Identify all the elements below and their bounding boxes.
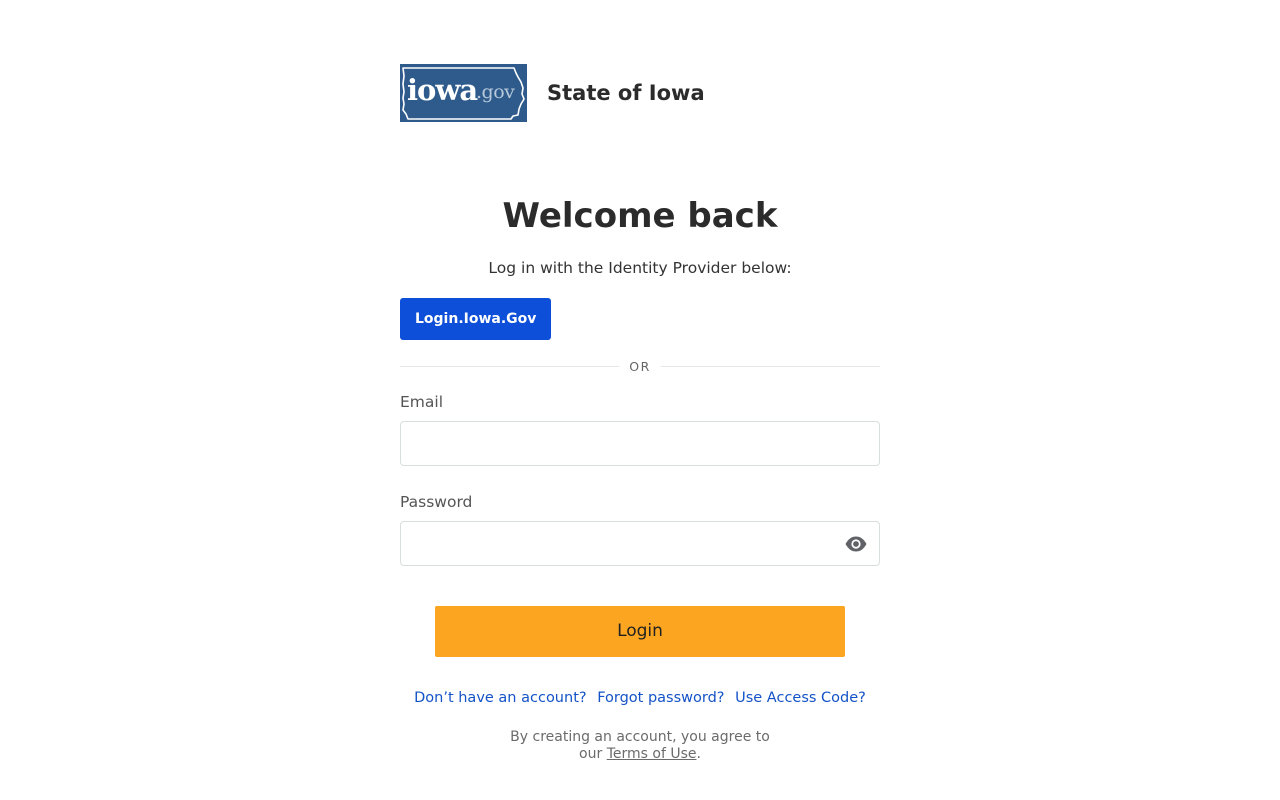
identity-provider-button[interactable]: Login.Iowa.Gov — [400, 298, 552, 340]
password-field-wrapper — [400, 521, 880, 566]
account-links: Don’t have an account? Forgot password? … — [400, 688, 880, 708]
login-button[interactable]: Login — [435, 606, 845, 657]
email-label: Email — [400, 393, 444, 411]
password-label: Password — [400, 493, 473, 511]
password-field[interactable] — [401, 522, 845, 562]
logo-suffix: .gov — [476, 81, 515, 103]
or-divider: OR — [400, 358, 880, 374]
terms-line-2: our Terms of Use. — [400, 746, 880, 763]
page-title: Welcome back — [502, 196, 778, 236]
terms-line-1: By creating an account, you agree to — [510, 729, 770, 745]
brand-header: iowa .gov State of Iowa — [400, 64, 880, 122]
terms-prefix: our — [579, 746, 603, 762]
forgot-password-link[interactable]: Forgot password? — [597, 690, 724, 706]
access-code-link[interactable]: Use Access Code? — [735, 690, 866, 706]
idp-instructions: Log in with the Identity Provider below: — [488, 259, 792, 277]
iowa-gov-logo[interactable]: iowa .gov — [400, 64, 527, 122]
divider-line-left — [400, 365, 620, 367]
or-text: OR — [629, 358, 651, 374]
login-page: iowa .gov State of Iowa Welcome back Log… — [0, 0, 1280, 800]
signup-link[interactable]: Don’t have an account? — [414, 690, 586, 706]
email-field-wrapper — [400, 421, 880, 466]
eye-icon[interactable] — [844, 534, 868, 554]
brand-title: State of Iowa — [547, 81, 705, 105]
terms-of-use-link[interactable]: Terms of Use — [607, 746, 697, 762]
terms-suffix: . — [696, 746, 701, 762]
divider-line-right — [660, 365, 880, 367]
login-container: iowa .gov State of Iowa Welcome back Log… — [400, 64, 880, 763]
logo-word: iowa — [407, 73, 478, 107]
email-field[interactable] — [401, 422, 845, 462]
terms-notice: By creating an account, you agree to our… — [400, 729, 880, 763]
